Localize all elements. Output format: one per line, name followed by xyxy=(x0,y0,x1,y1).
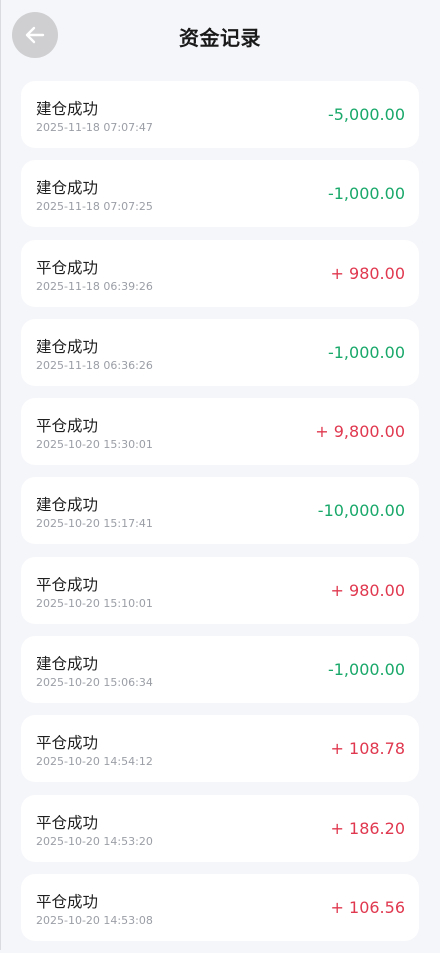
record-title: 建仓成功 xyxy=(36,179,99,198)
record-amount: + 106.56 xyxy=(330,897,405,917)
header: 资金记录 xyxy=(0,0,440,74)
record-card[interactable]: 平仓成功 2025-10-20 15:10:01 + 980.00 xyxy=(21,556,419,624)
record-title: 平仓成功 xyxy=(36,813,99,832)
record-amount: + 980.00 xyxy=(330,263,405,283)
record-card[interactable]: 平仓成功 2025-11-18 06:39:26 + 980.00 xyxy=(21,239,419,307)
record-title: 建仓成功 xyxy=(36,496,99,515)
record-amount: + 980.00 xyxy=(330,580,405,600)
record-time: 2025-10-20 14:54:12 xyxy=(36,755,153,769)
record-title: 建仓成功 xyxy=(36,100,99,118)
record-amount: -1,000.00 xyxy=(327,342,405,362)
record-amount: -5,000.00 xyxy=(327,105,405,124)
record-card[interactable]: 平仓成功 2025-10-20 14:54:12 + 108.78 xyxy=(21,715,419,783)
record-title: 平仓成功 xyxy=(36,892,99,911)
record-card[interactable]: 平仓成功 2025-10-20 15:30:01 + 9,800.00 xyxy=(21,398,419,466)
record-card[interactable]: 建仓成功 2025-10-20 15:17:41 -10,000.00 xyxy=(21,477,419,545)
record-amount: -10,000.00 xyxy=(317,501,405,521)
record-card[interactable]: 平仓成功 2025-10-20 14:53:20 + 186.20 xyxy=(21,794,419,862)
record-card[interactable]: 平仓成功 2025-10-20 14:53:08 + 106.56 xyxy=(21,873,419,941)
record-time: 2025-11-18 06:39:26 xyxy=(36,279,153,293)
record-time: 2025-10-20 14:53:08 xyxy=(36,913,153,927)
record-title: 平仓成功 xyxy=(36,575,99,594)
record-amount: -1,000.00 xyxy=(327,660,405,680)
left-divider xyxy=(0,0,1,950)
record-title: 平仓成功 xyxy=(36,258,99,277)
record-amount: + 108.78 xyxy=(330,739,405,759)
record-time: 2025-11-18 07:07:25 xyxy=(36,200,153,214)
record-time: 2025-10-20 15:10:01 xyxy=(36,596,153,610)
record-amount: + 186.20 xyxy=(330,818,405,838)
record-title: 建仓成功 xyxy=(36,655,99,674)
record-time: 2025-10-20 15:17:41 xyxy=(36,517,153,531)
record-list: 建仓成功 2025-11-18 07:07:47 -5,000.00 建仓成功 2025… xyxy=(21,81,419,953)
record-time: 2025-10-20 15:30:01 xyxy=(36,438,153,452)
record-title: 建仓成功 xyxy=(36,337,99,356)
record-time: 2025-11-18 06:36:26 xyxy=(36,358,153,372)
page-title: 资金记录 xyxy=(179,26,261,50)
record-time: 2025-10-20 15:06:34 xyxy=(36,676,153,690)
record-card[interactable]: 建仓成功 2025-11-18 07:07:25 -1,000.00 xyxy=(21,160,419,228)
record-card[interactable]: 建仓成功 2025-11-18 07:07:47 -5,000.00 xyxy=(21,81,419,148)
record-amount: + 9,800.00 xyxy=(315,422,405,442)
record-time: 2025-10-20 14:53:20 xyxy=(36,834,153,848)
record-amount: -1,000.00 xyxy=(327,184,405,204)
record-card[interactable]: 建仓成功 2025-11-18 06:36:26 -1,000.00 xyxy=(21,318,419,386)
record-time: 2025-11-18 07:07:47 xyxy=(36,121,153,134)
record-title: 平仓成功 xyxy=(36,734,99,753)
record-card[interactable]: 建仓成功 2025-10-20 15:06:34 -1,000.00 xyxy=(21,636,419,704)
record-title: 平仓成功 xyxy=(36,417,99,436)
